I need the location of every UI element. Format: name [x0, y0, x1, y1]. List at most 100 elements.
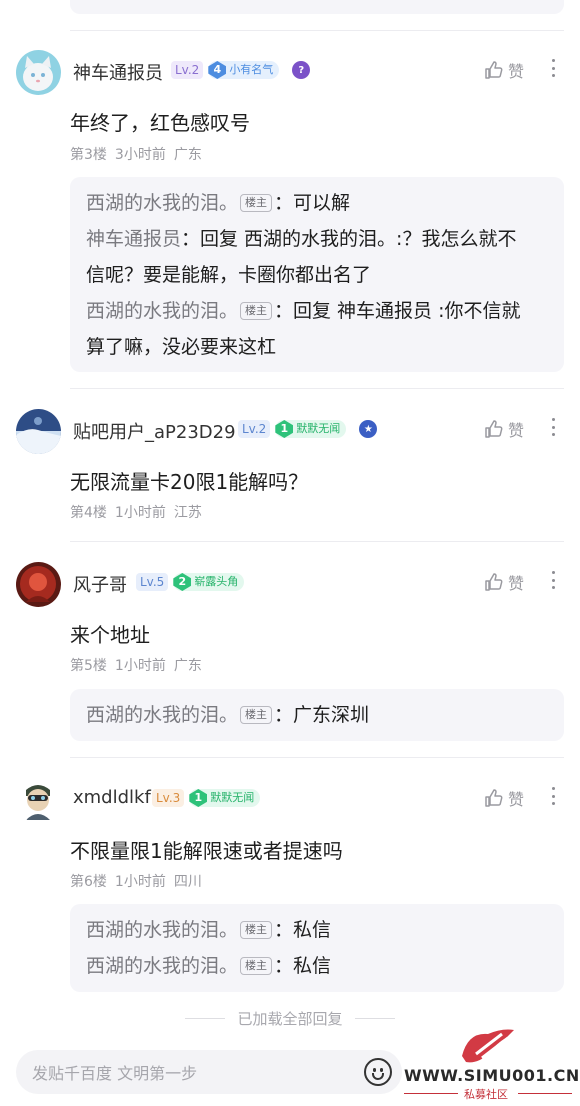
reply-author[interactable]: 西湖的水我的泪。	[86, 919, 238, 941]
user-badges: Lv.5 2 崭露头角	[136, 572, 245, 592]
owner-badge: 楼主	[240, 957, 273, 975]
reply-text: ：私信	[274, 919, 332, 941]
floor-item: 贴吧用户_aP23D29 Lv.2 1 默默无闻 ★ 赞 无限流量卡20限1能解…	[0, 409, 580, 529]
title-level-icon: 1	[189, 789, 208, 807]
title-text: 小有名气	[229, 63, 274, 76]
post-location: 广东	[173, 147, 202, 163]
reply-author[interactable]: 西湖的水我的泪。	[86, 192, 238, 214]
like-button[interactable]: 赞	[484, 570, 524, 594]
more-icon[interactable]	[548, 784, 558, 808]
owner-badge: 楼主	[240, 302, 273, 320]
post-time: 1小时前	[114, 658, 166, 674]
watermark-logo: WWW.SIMU001.CN 私募社区	[400, 1022, 580, 1106]
owner-badge: 楼主	[240, 706, 273, 724]
floor-number: 第5楼	[70, 658, 107, 674]
reply-author[interactable]: 西湖的水我的泪。	[86, 704, 238, 726]
like-button[interactable]: 赞	[484, 58, 524, 82]
more-icon[interactable]	[548, 56, 558, 80]
floor-item: 神车通报员 Lv.2 4 小有名气 ? 赞 年终了，红色感叹号 第3楼 3小时前广…	[0, 50, 580, 380]
reply-item[interactable]: 神车通报员：回复 西湖的水我的泪。:？我怎么就不 信呢？要是能解，卡圈你都出名了	[86, 221, 548, 293]
reply-text: ：广东深圳	[274, 704, 370, 726]
post-content: 无限流量卡20限1能解吗？	[70, 470, 309, 494]
reply-author[interactable]: 神车通报员	[86, 228, 181, 250]
user-badges: Lv.2 4 小有名气 ?	[171, 60, 311, 80]
reply-input[interactable]: 发贴千百度 文明第一步	[16, 1050, 402, 1094]
title-level-icon: 2	[173, 573, 192, 591]
reply-box[interactable]: 西湖的水我的泪。 楼主 ：广东深圳	[70, 689, 564, 741]
previous-reply-box	[70, 0, 564, 14]
thumb-up-icon	[485, 61, 503, 79]
watermark-line	[518, 1093, 572, 1094]
reply-input-placeholder: 发贴千百度 文明第一步	[32, 1064, 198, 1083]
user-badges: Lv.2 1 默默无闻 ★	[238, 419, 378, 439]
reply-text-cont: 信呢？要是能解，卡圈你都出名了	[86, 264, 372, 286]
reply-item[interactable]: 西湖的水我的泪。 楼主 ：私信	[86, 948, 548, 984]
owner-badge: 楼主	[240, 921, 273, 939]
post-location: 四川	[173, 874, 202, 890]
avatar[interactable]	[16, 562, 61, 607]
like-button[interactable]: 赞	[484, 417, 524, 441]
thumb-up-icon	[485, 789, 503, 807]
reply-item[interactable]: 西湖的水我的泪。 楼主 ：私信	[86, 912, 548, 948]
avatar[interactable]	[16, 409, 61, 454]
loaded-all-text: 已加载全部回复	[237, 1010, 343, 1028]
post-content: 来个地址	[70, 623, 150, 647]
watermark-line	[404, 1093, 458, 1094]
title-text: 默默无闻	[210, 791, 255, 804]
username[interactable]: 贴吧用户_aP23D29	[73, 418, 236, 444]
divider	[70, 388, 564, 389]
level-badge: Lv.5	[136, 573, 169, 591]
title-level-icon: 4	[208, 61, 227, 79]
divider	[70, 30, 564, 31]
medal-icon: ?	[292, 61, 311, 79]
floor-item: xmdldlkf Lv.3 1 默默无闻 赞 不限量限1能解限速或者提速吗 第6…	[0, 778, 580, 998]
title-badge[interactable]: 1 默默无闻	[189, 789, 261, 807]
reply-box[interactable]: 西湖的水我的泪。 楼主 ：私信 西湖的水我的泪。 楼主 ：私信	[70, 904, 564, 992]
post-location: 广东	[173, 658, 202, 674]
divider	[70, 541, 564, 542]
reply-item[interactable]: 西湖的水我的泪。 楼主 ：可以解	[86, 185, 548, 221]
title-badge[interactable]: 2 崭露头角	[173, 573, 245, 591]
post-meta: 第4楼 1小时前 江苏	[70, 502, 210, 522]
post-content: 不限量限1能解限速或者提速吗	[70, 839, 343, 863]
reply-item[interactable]: 西湖的水我的泪。 楼主 ：广东深圳	[86, 697, 548, 733]
level-badge: Lv.2	[238, 420, 271, 438]
reply-text: ：私信	[274, 955, 332, 977]
title-badge[interactable]: 4 小有名气	[208, 61, 280, 79]
reply-author[interactable]: 西湖的水我的泪。	[86, 955, 238, 977]
post-time: 3小时前	[114, 147, 166, 163]
reply-author[interactable]: 西湖的水我的泪。	[86, 300, 238, 322]
watermark-url: WWW.SIMU001.CN	[404, 1066, 580, 1085]
title-level-icon: 1	[275, 420, 294, 438]
reply-box[interactable]: 西湖的水我的泪。 楼主 ：可以解 神车通报员：回复 西湖的水我的泪。:？我怎么就不 …	[70, 177, 564, 372]
more-icon[interactable]	[548, 568, 558, 592]
avatar[interactable]	[16, 778, 61, 823]
post-meta: 第3楼 3小时前 广东	[70, 144, 210, 164]
like-label: 赞	[507, 62, 524, 81]
reply-text: ：回复 西湖的水我的泪。:？我怎么就不	[181, 228, 517, 250]
reply-text: ：可以解	[274, 192, 351, 214]
post-meta: 第6楼 1小时前 四川	[70, 871, 210, 891]
reply-item[interactable]: 西湖的水我的泪。 楼主 ：回复 神车通报员 :你不信就 算了嘛，没必要来这杠	[86, 293, 548, 365]
post-time: 1小时前	[114, 505, 166, 521]
divider	[70, 757, 564, 758]
floor-number: 第3楼	[70, 147, 107, 163]
like-button[interactable]: 赞	[484, 786, 524, 810]
like-label: 赞	[507, 421, 524, 440]
avatar[interactable]	[16, 50, 61, 95]
more-icon[interactable]	[548, 415, 558, 439]
username[interactable]: 神车通报员	[73, 59, 163, 85]
thumb-up-icon	[485, 573, 503, 591]
username[interactable]: xmdldlkf	[73, 787, 151, 808]
reply-text-cont: 算了嘛，没必要来这杠	[86, 336, 277, 358]
emoji-icon[interactable]	[364, 1058, 392, 1086]
level-badge: Lv.2	[171, 61, 204, 79]
owner-badge: 楼主	[240, 194, 273, 212]
username[interactable]: 风子哥	[73, 571, 127, 597]
watermark-emblem-icon	[462, 1029, 514, 1063]
post-location: 江苏	[173, 505, 202, 521]
like-label: 赞	[507, 574, 524, 593]
post-meta: 第5楼 1小时前 广东	[70, 655, 210, 675]
title-badge[interactable]: 1 默默无闻	[275, 420, 347, 438]
medal-icon: ★	[359, 420, 378, 438]
